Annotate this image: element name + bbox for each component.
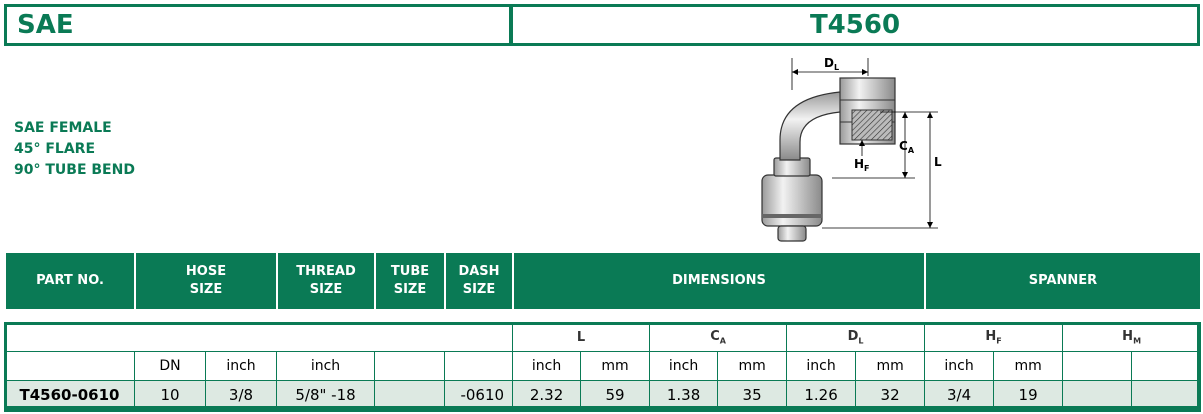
cell-hf-inch: 3/4 bbox=[924, 380, 995, 412]
table-row bbox=[3, 322, 514, 352]
bent-tube bbox=[779, 91, 849, 161]
unit-dash-blank bbox=[443, 351, 514, 381]
cell-dash: -0610 bbox=[443, 380, 514, 412]
spec-table-body: L CA DL HF HM DN inch inch inch mm inch … bbox=[3, 322, 1202, 412]
header-part-no: PART NO. bbox=[4, 251, 136, 311]
part-title: T4560 bbox=[510, 4, 1200, 46]
header-hose-size: HOSE SIZE bbox=[134, 251, 278, 311]
header-dash-size: DASH SIZE bbox=[444, 251, 514, 311]
cell-hm-mm bbox=[1131, 380, 1202, 412]
unit-ca-inch: inch bbox=[649, 351, 719, 381]
cell-hm-inch bbox=[1062, 380, 1133, 412]
unit-tube-blank bbox=[374, 351, 445, 381]
cell-dn: 10 bbox=[134, 380, 206, 412]
series-title: SAE bbox=[4, 4, 512, 46]
dim-dl-label: DL bbox=[824, 56, 839, 72]
dim-header-hm: HM bbox=[1062, 322, 1202, 352]
cell-hf-mm: 19 bbox=[993, 380, 1064, 412]
header-spanner: SPANNER bbox=[924, 251, 1202, 311]
unit-hose-inch: inch bbox=[205, 351, 277, 381]
cell-l-inch: 2.32 bbox=[512, 380, 582, 412]
cell-hose-inch: 3/8 bbox=[205, 380, 277, 412]
unit-hf-mm: mm bbox=[993, 351, 1064, 381]
dims-header-row: L CA DL HF HM bbox=[3, 322, 1202, 352]
dim-hf-label: HF bbox=[854, 157, 870, 173]
unit-l-inch: inch bbox=[512, 351, 582, 381]
dim-header-dl: DL bbox=[786, 322, 926, 352]
unit-thread-inch: inch bbox=[276, 351, 375, 381]
unit-hm-blank-1 bbox=[1062, 351, 1133, 381]
unit-hm-blank-2 bbox=[1131, 351, 1202, 381]
cell-dl-inch: 1.26 bbox=[786, 380, 857, 412]
cell-l-mm: 59 bbox=[580, 380, 651, 412]
socket-body bbox=[761, 157, 823, 242]
header-dimensions: DIMENSIONS bbox=[512, 251, 926, 311]
unit-dl-inch: inch bbox=[786, 351, 857, 381]
dim-header-l: L bbox=[512, 322, 651, 352]
unit-part-blank bbox=[4, 351, 135, 381]
cell-thread: 5/8" -18 bbox=[276, 380, 375, 412]
dim-ca-label: CA bbox=[899, 139, 915, 155]
cell-ca-inch: 1.38 bbox=[649, 380, 719, 412]
cell-dl-mm: 32 bbox=[855, 380, 926, 412]
unit-hf-inch: inch bbox=[924, 351, 995, 381]
product-description: SAE FEMALE 45° FLARE 90° TUBE BEND bbox=[14, 118, 135, 181]
dim-l-label: L bbox=[934, 155, 942, 169]
description-line-3: 90° TUBE BEND bbox=[14, 162, 135, 178]
units-row: DN inch inch inch mm inch mm inch mm inc… bbox=[4, 351, 1202, 381]
header-tube-size: TUBE SIZE bbox=[374, 251, 446, 311]
flare-nut bbox=[839, 77, 896, 145]
unit-l-mm: mm bbox=[580, 351, 651, 381]
dim-header-hf: HF bbox=[924, 322, 1064, 352]
fitting-diagram: DL CA HF L bbox=[761, 56, 942, 242]
unit-ca-mm: mm bbox=[717, 351, 788, 381]
header-thread-size: THREAD SIZE bbox=[276, 251, 376, 311]
table-row: T4560-0610 10 3/8 5/8" -18 -0610 2.32 59… bbox=[4, 380, 1202, 412]
cell-ca-mm: 35 bbox=[717, 380, 788, 412]
cell-part-no: T4560-0610 bbox=[4, 380, 135, 412]
description-line-1: SAE FEMALE bbox=[14, 120, 112, 136]
description-line-2: 45° FLARE bbox=[14, 141, 96, 157]
unit-dn: DN bbox=[134, 351, 206, 381]
dim-header-ca: CA bbox=[649, 322, 788, 352]
unit-dl-mm: mm bbox=[855, 351, 926, 381]
spec-table-header: PART NO. HOSE SIZE THREAD SIZE TUBE SIZE DA… bbox=[4, 251, 1202, 311]
cell-tube bbox=[374, 380, 445, 412]
